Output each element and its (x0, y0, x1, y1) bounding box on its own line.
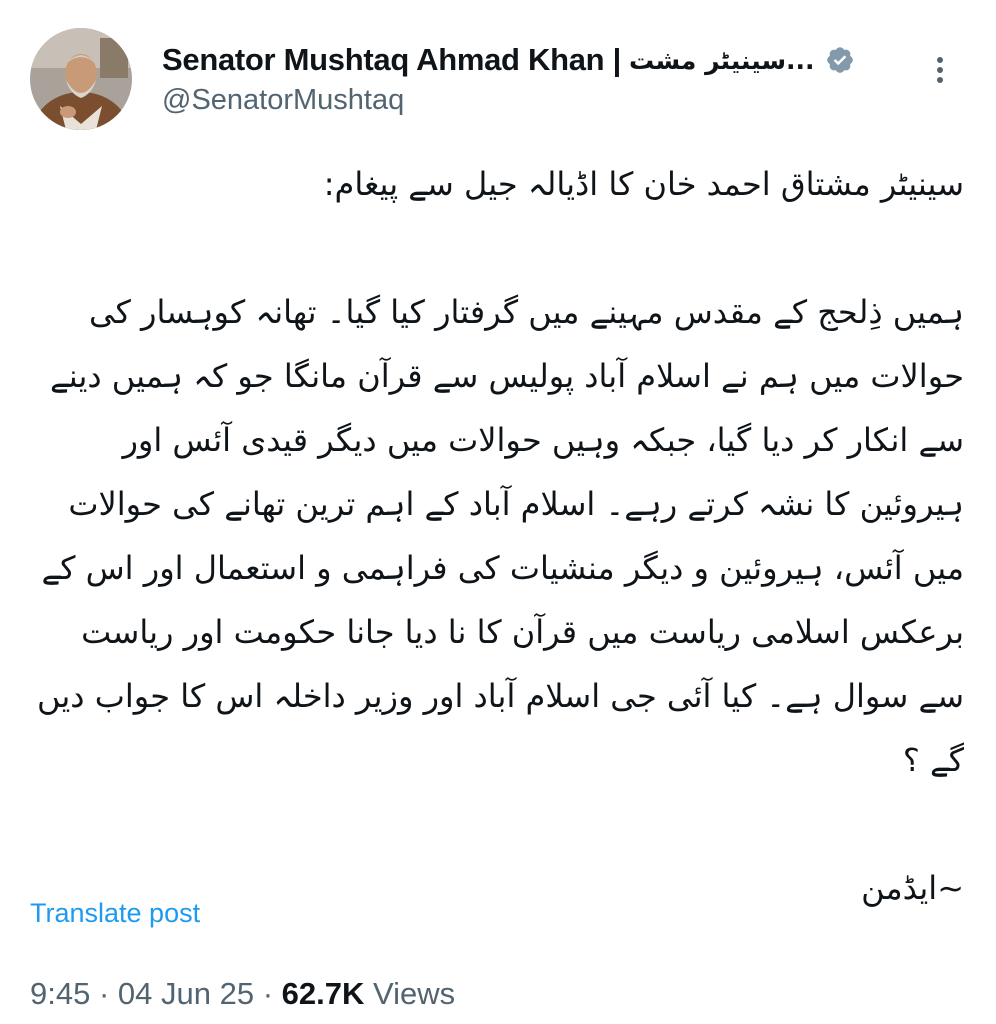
views-count[interactable]: 62.7K (282, 976, 365, 1011)
author-name-row[interactable]: Senator Mushtaq Ahmad Khan | ...سینیٹر م… (162, 38, 855, 82)
translate-post-link[interactable]: Translate post (30, 898, 200, 929)
meta-separator: · (262, 976, 274, 1011)
tweet-body: ہمیں ذِلحج کے مقدس مہینے میں گرفتار کیا … (37, 293, 964, 779)
tweet-heading: سینیٹر مشتاق احمد خان کا اڈیالہ جیل سے پ… (323, 165, 964, 203)
tweet-time[interactable]: 9:45 (30, 976, 90, 1011)
author-display-name-urdu[interactable]: ...سینیٹر مشت (629, 46, 815, 75)
avatar-photo (30, 28, 132, 130)
verified-badge-icon[interactable] (825, 45, 855, 75)
author-handle[interactable]: @SenatorMushtaq (162, 84, 404, 117)
more-options-icon[interactable] (928, 50, 952, 90)
profile-avatar[interactable] (30, 28, 132, 130)
tweet-date[interactable]: 04 Jun 25 (118, 976, 254, 1011)
tweet-text: سینیٹر مشتاق احمد خان کا اڈیالہ جیل سے پ… (28, 152, 964, 920)
author-display-name[interactable]: Senator Mushtaq Ahmad Khan | (162, 42, 621, 78)
views-label: Views (373, 976, 456, 1011)
tweet-metadata: 9:45 · 04 Jun 25 · 62.7K Views (30, 976, 455, 1012)
meta-separator: · (98, 976, 110, 1011)
